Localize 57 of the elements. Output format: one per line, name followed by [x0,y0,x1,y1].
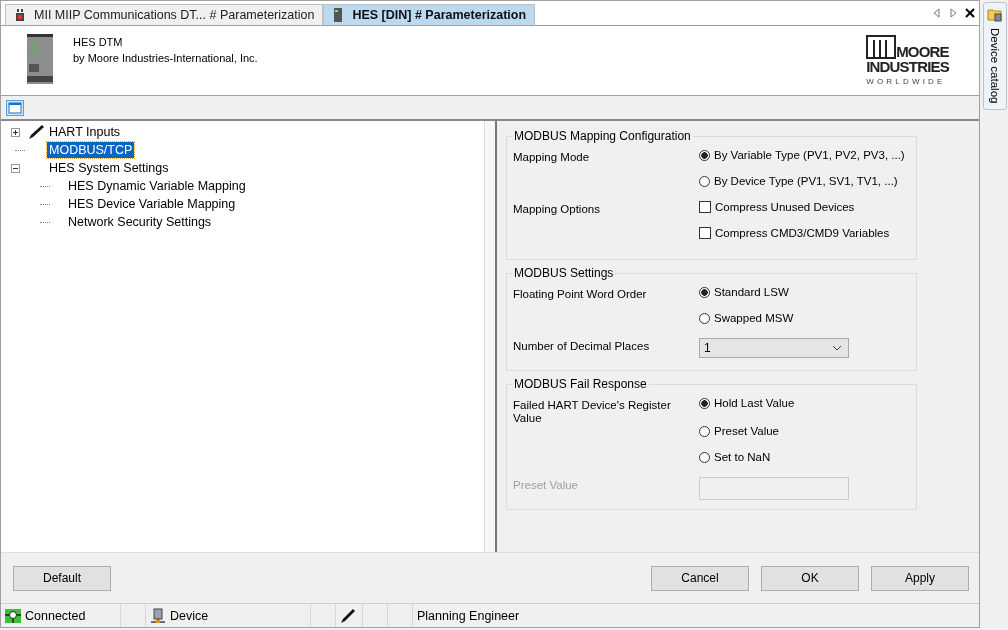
status-text: Planning Engineer [417,608,520,623]
tree-item[interactable]: HES System Settings [47,160,171,177]
scrollbar-track[interactable] [484,121,495,553]
logo-text: MOORE [896,43,949,59]
document-tab[interactable]: HES [DIN] # Parameterization [323,3,536,25]
radio-option[interactable]: Standard LSW [699,286,789,299]
field-label: Failed HART Device's Register Value [513,399,671,425]
radio-option[interactable]: Hold Last Value [699,397,795,410]
pencil-icon [27,124,45,141]
logo-text: INDUSTRIES [866,58,949,74]
tree-item[interactable]: HART Inputs [47,124,123,141]
field-label: Mapping Options [513,203,600,216]
group-title: MODBUS Settings [512,266,616,281]
radio-option[interactable]: Swapped MSW [699,312,794,325]
device-icon [150,607,166,624]
connected-icon [5,608,21,623]
radio-option[interactable]: Set to NaN [699,451,771,464]
scroll-left-icon[interactable] [933,7,941,18]
group-title: MODBUS Fail Response [512,377,649,392]
pencil-icon [340,607,356,624]
scroll-right-icon[interactable] [949,7,957,18]
vendor-text: by Moore Industries-International, Inc. [73,51,258,64]
document-tab[interactable]: MII MIIP Communications DT... # Parameterization [5,3,324,25]
tree-item[interactable]: HES Device Variable Mapping [66,196,238,213]
close-icon[interactable] [965,7,975,18]
status-text: Device [170,608,209,623]
dialog-button[interactable]: Apply [871,565,969,591]
radio-option[interactable]: By Device Type (PV1, SV1, TV1, ...) [699,175,898,188]
logo-tagline: WORLDWIDE [866,76,946,86]
device-icon [332,6,345,23]
radio-option[interactable]: By Variable Type (PV1, PV2, PV3, ...) [699,149,905,162]
folder-icon [987,6,1003,22]
tree-item[interactable]: MODBUS/TCP [47,142,135,159]
field-label: Preset Value [513,479,578,492]
tree-item[interactable]: Network Security Settings [66,214,214,231]
field-label: Number of Decimal Places [513,340,650,353]
dialog-button[interactable]: OK [761,565,859,591]
expand-icon[interactable] [11,127,20,137]
field-label: Floating Point Word Order [513,288,647,301]
device-image [27,34,53,87]
field-label: Mapping Mode [513,151,590,164]
group-title: MODBUS Mapping Configuration [512,129,693,144]
checkbox-option[interactable]: Compress CMD3/CMD9 Variables [699,227,890,240]
radio-option[interactable]: Preset Value [699,425,779,438]
decimal-places-dropdown[interactable]: 1 [699,338,849,359]
dtm-icon [14,7,26,22]
status-text: Connected [25,608,86,623]
device-title: HES DTM [73,35,124,48]
collapse-icon[interactable] [11,163,20,173]
window-icon[interactable] [6,99,24,116]
tree-item[interactable]: HES Dynamic Variable Mapping [66,178,248,195]
logo-mark-icon [866,34,897,59]
chevron-down-icon [832,345,842,352]
dialog-button[interactable]: Cancel [651,565,749,591]
device-catalog-tab[interactable]: Device catalog [983,2,1007,111]
checkbox-option[interactable]: Compress Unused Devices [699,201,855,214]
default-button[interactable]: Default [13,565,111,591]
